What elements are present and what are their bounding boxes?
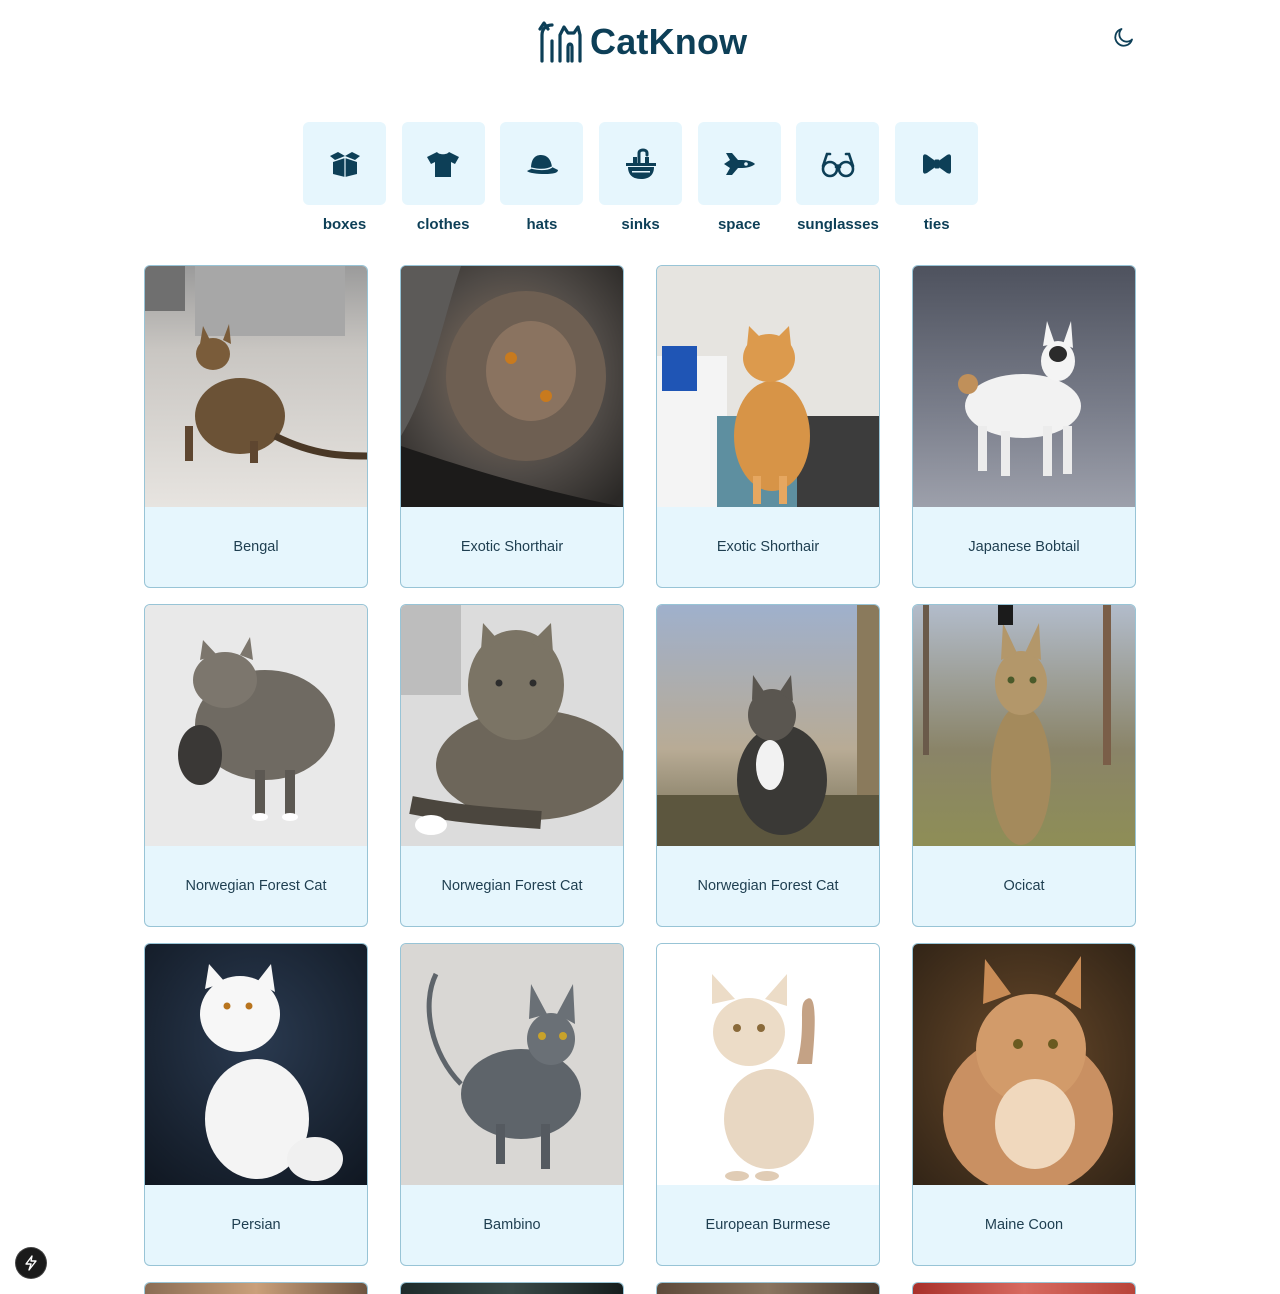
category-ties[interactable]: ties xyxy=(895,122,979,233)
cat-photo xyxy=(145,944,367,1185)
cat-photo xyxy=(145,1283,367,1294)
cat-card[interactable]: Bengal xyxy=(144,265,368,588)
cat-photo xyxy=(913,1283,1135,1294)
category-tile[interactable] xyxy=(697,122,781,205)
cat-photo xyxy=(401,944,623,1185)
bowtie-icon xyxy=(922,153,951,174)
cat-name: Exotic Shorthair xyxy=(716,539,820,555)
cat-name: Maine Coon xyxy=(984,1217,1064,1233)
cat-card[interactable]: Japanese Bobtail xyxy=(912,265,1136,588)
cat-name: Persian xyxy=(231,1217,281,1233)
cat-logo-icon xyxy=(538,21,582,63)
cat-card[interactable]: Bambino xyxy=(400,943,624,1266)
cat-name: Norwegian Forest Cat xyxy=(185,878,327,894)
box-icon xyxy=(329,151,360,177)
cat-card[interactable]: Norwegian Forest Cat xyxy=(656,604,880,927)
cat-card[interactable]: Persian xyxy=(144,943,368,1266)
cat-name: Ocicat xyxy=(1003,878,1045,894)
lightning-icon xyxy=(25,1255,37,1271)
cat-photo xyxy=(913,944,1135,1185)
header: CatKnow xyxy=(0,0,1280,90)
cat-name: European Burmese xyxy=(705,1217,831,1233)
cat-card[interactable]: Maine Coon xyxy=(912,943,1136,1266)
app-title: CatKnow xyxy=(590,21,748,62)
hat-icon xyxy=(526,154,558,174)
moon-icon xyxy=(1114,28,1133,47)
cat-card[interactable] xyxy=(400,1282,624,1294)
cat-card[interactable]: Norwegian Forest Cat xyxy=(144,604,368,927)
category-bar: boxes clothes hats sinks space sunglasse… xyxy=(303,122,979,233)
category-clothes[interactable]: clothes xyxy=(401,122,485,233)
category-tile[interactable] xyxy=(895,122,979,205)
cat-photo xyxy=(657,944,879,1185)
category-sunglasses[interactable]: sunglasses xyxy=(796,122,880,233)
cat-photo xyxy=(657,1283,879,1294)
cat-photo xyxy=(657,605,879,846)
cat-photo xyxy=(913,266,1135,507)
spaceship-icon xyxy=(724,152,756,175)
category-tile[interactable] xyxy=(401,122,485,205)
cat-card[interactable] xyxy=(144,1282,368,1294)
cat-card[interactable]: Exotic Shorthair xyxy=(400,265,624,588)
cat-name: Bambino xyxy=(483,1217,541,1233)
cat-name: Bengal xyxy=(233,539,279,555)
category-tile[interactable] xyxy=(796,122,880,205)
cat-card[interactable]: Ocicat xyxy=(912,604,1136,927)
category-tile[interactable] xyxy=(500,122,584,205)
cat-photo xyxy=(401,605,623,846)
tshirt-icon xyxy=(427,151,460,177)
cat-name: Norwegian Forest Cat xyxy=(697,878,839,894)
category-label: ties xyxy=(923,216,950,233)
category-label: boxes xyxy=(322,216,367,233)
cat-photo xyxy=(145,605,367,846)
dev-tools-button[interactable] xyxy=(16,1248,46,1278)
category-hats[interactable]: hats xyxy=(500,122,584,233)
cat-card[interactable] xyxy=(912,1282,1136,1294)
cat-photo xyxy=(657,266,879,507)
cat-photo xyxy=(913,605,1135,846)
cat-photo xyxy=(401,266,623,507)
cat-card[interactable] xyxy=(656,1282,880,1294)
category-label: sinks xyxy=(621,216,660,233)
cat-grid: Bengal Exotic Shorthair Exotic Shorthair… xyxy=(144,265,1136,1294)
cat-photo xyxy=(145,266,367,507)
theme-toggle-button[interactable] xyxy=(1110,23,1138,51)
cat-card[interactable]: Norwegian Forest Cat xyxy=(400,604,624,927)
category-boxes[interactable]: boxes xyxy=(303,122,386,233)
logo[interactable]: CatKnow xyxy=(538,20,747,64)
cat-card[interactable]: European Burmese xyxy=(656,943,880,1266)
category-label: sunglasses xyxy=(797,216,879,233)
category-tile[interactable] xyxy=(303,122,386,205)
category-sinks[interactable]: sinks xyxy=(599,122,683,233)
category-label: hats xyxy=(526,216,558,233)
category-tile[interactable] xyxy=(599,122,683,205)
category-label: clothes xyxy=(416,216,470,233)
category-label: space xyxy=(717,216,761,233)
cat-name: Exotic Shorthair xyxy=(460,539,564,555)
glasses-icon xyxy=(821,152,855,177)
sink-icon xyxy=(625,148,656,179)
cat-photo xyxy=(401,1283,623,1294)
category-space[interactable]: space xyxy=(697,122,781,233)
cat-name: Japanese Bobtail xyxy=(968,539,1080,555)
cat-card[interactable]: Exotic Shorthair xyxy=(656,265,880,588)
cat-name: Norwegian Forest Cat xyxy=(441,878,583,894)
